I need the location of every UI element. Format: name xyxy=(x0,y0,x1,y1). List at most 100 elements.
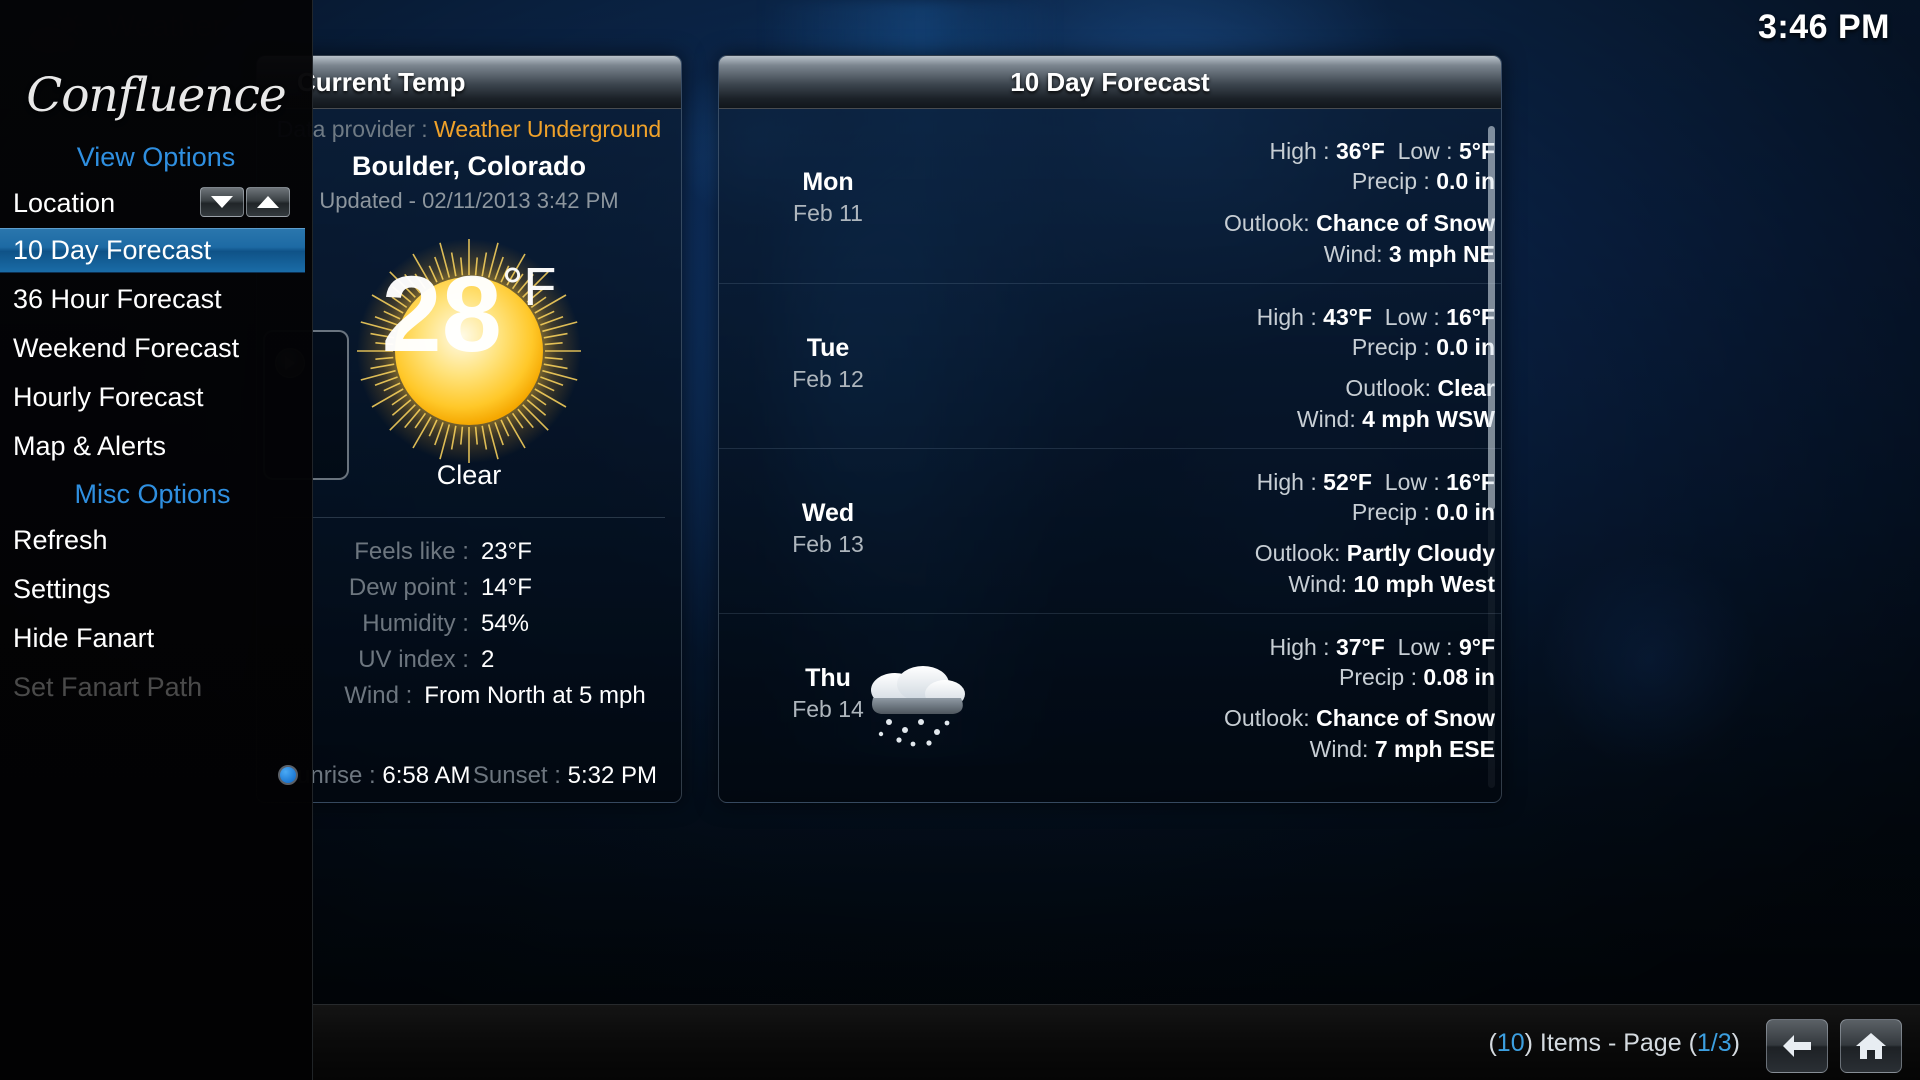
sidebar-item-label: 10 Day Forecast xyxy=(13,235,212,265)
forecast-scrollbar[interactable] xyxy=(1488,126,1495,788)
forecast-panel: 10 Day Forecast Mon Feb 11 High : 36°F L… xyxy=(718,55,1502,803)
current-stats-list: Feels like : 23°F Dew point : 14°F Humid… xyxy=(257,518,681,714)
outlook-value: Chance of Snow xyxy=(1316,210,1495,237)
precip-label: Precip : xyxy=(1339,664,1417,691)
spinner-up-button[interactable] xyxy=(246,187,290,217)
spinner-down-button[interactable] xyxy=(200,187,244,217)
sunset-value: 5:32 PM xyxy=(567,762,657,789)
skin-logo: Confluence xyxy=(26,68,286,123)
wind-label: Wind: xyxy=(1296,405,1356,432)
current-city: Boulder, Colorado xyxy=(351,151,586,181)
high-value: 37°F xyxy=(1335,634,1385,660)
sidebar-item-36-hour-forecast[interactable]: 36 Hour Forecast xyxy=(0,277,305,322)
wind-value: 10 mph West xyxy=(1353,570,1495,597)
misc-options-link[interactable]: Misc Options xyxy=(0,472,305,517)
sidebar-item-10-day-forecast[interactable]: 10 Day Forecast xyxy=(0,228,305,273)
sidebar-item-hourly-forecast[interactable]: Hourly Forecast xyxy=(0,375,305,420)
forecast-day-name: Wed xyxy=(801,499,855,527)
forecast-highlow-block: High : 37°F Low : 9°F Precip : 0.08 in xyxy=(1269,632,1495,693)
stat-value: 54% xyxy=(480,610,529,637)
forecast-header: 10 Day Forecast xyxy=(719,56,1501,109)
sidebar-item-label: Set Fanart Path xyxy=(13,672,203,702)
stat-value: 23°F xyxy=(480,538,532,565)
forecast-day-block: Mon Feb 11 xyxy=(753,168,903,227)
sidebar-item-map-and-alerts[interactable]: Map & Alerts xyxy=(0,424,305,469)
forecast-row[interactable]: Mon Feb 11 High : 36°F Low : 5°F Precip … xyxy=(719,118,1501,283)
low-label: Low : xyxy=(1397,138,1453,164)
sidebar-item-label: Map & Alerts xyxy=(13,431,167,461)
forecast-day-block: Wed Feb 13 xyxy=(753,499,903,558)
stat-row-wind: Wind : From North at 5 mph xyxy=(281,678,657,714)
forecast-title: 10 Day Forecast xyxy=(1010,66,1210,97)
stat-value: 14°F xyxy=(480,574,532,601)
sidebar-item-label: Refresh xyxy=(13,525,108,555)
sidebar-item-label: Hourly Forecast xyxy=(13,382,204,412)
clock: 3:46 PM xyxy=(1758,8,1890,46)
precip-value: 0.0 in xyxy=(1436,168,1495,195)
chevron-up-icon xyxy=(257,196,279,208)
precip-label: Precip : xyxy=(1351,334,1430,361)
high-label: High : xyxy=(1269,138,1330,164)
low-label: Low : xyxy=(1384,304,1440,330)
current-temperature-unit: °F xyxy=(501,257,557,317)
data-provider-line: Data provider : Weather Underground xyxy=(257,109,681,143)
stat-row-dew-point: Dew point : 14°F xyxy=(281,570,657,606)
wind-label: Wind: xyxy=(1288,570,1348,597)
current-temperature-value: 28 xyxy=(381,253,502,374)
forecast-highlow-block: High : 52°F Low : 16°F Precip : 0.0 in xyxy=(1257,467,1495,528)
view-options-link[interactable]: View Options xyxy=(0,142,312,173)
high-value: 52°F xyxy=(1323,469,1372,495)
outlook-label: Outlook: xyxy=(1345,375,1432,402)
humidity-indicator-dot xyxy=(276,765,300,785)
forecast-day-name: Tue xyxy=(806,334,850,362)
precip-value: 0.0 in xyxy=(1436,499,1495,526)
forecast-outlook-block: Outlook: Partly Cloudy Wind: 10 mph West xyxy=(1255,538,1495,599)
forecast-outlook-block: Outlook: Chance of Snow Wind: 3 mph NE xyxy=(1224,208,1495,269)
sidebar-item-label: Location xyxy=(13,188,116,218)
forecast-row[interactable]: Thu Feb 14 High: 37°F Low: 9°F Precip … xyxy=(719,613,1501,778)
forecast-list[interactable]: Mon Feb 11 High : 36°F Low : 5°F Precip … xyxy=(719,110,1501,802)
back-button[interactable] xyxy=(1766,1019,1828,1073)
stat-value: 2 xyxy=(480,646,495,673)
data-provider-value: Weather Underground xyxy=(434,116,662,142)
sidebar: Confluence View Options Location 10 Day … xyxy=(0,0,313,1080)
sidebar-item-refresh[interactable]: Refresh xyxy=(0,518,305,563)
wind-value: From North at 5 mph xyxy=(424,682,646,709)
forecast-day-date: Feb 11 xyxy=(793,200,863,226)
current-temp-title: Current Temp xyxy=(297,66,466,97)
forecast-outlook-block: Outlook: Chance of Snow Wind: 7 mph ESE xyxy=(1224,703,1495,764)
current-temp-hero: 28°F xyxy=(257,218,681,486)
stat-row-feels-like: Feels like : 23°F xyxy=(281,534,657,570)
snow-cloud-icon xyxy=(871,666,965,747)
sidebar-item-label: Weekend Forecast xyxy=(13,333,240,363)
sidebar-item-hide-fanart[interactable]: Hide Fanart xyxy=(0,616,305,661)
forecast-day-date: Feb 13 xyxy=(792,531,864,557)
sidebar-item-settings[interactable]: Settings xyxy=(0,567,305,612)
outlook-value: Chance of Snow xyxy=(1316,705,1495,732)
forecast-day-block: Tue Feb 12 xyxy=(753,334,903,393)
page-count: (10) Items - Page (1/3) xyxy=(1488,1029,1740,1057)
wind-value: 7 mph ESE xyxy=(1374,735,1495,762)
arrow-left-icon xyxy=(1783,1035,1811,1057)
sunset: Sunset : 5:32 PM xyxy=(473,762,657,790)
low-label: Low : xyxy=(1397,634,1453,660)
current-temp-panel: Current Temp Data provider : Weather Und… xyxy=(256,55,682,803)
sidebar-item-label: 36 Hour Forecast xyxy=(13,284,222,314)
page-number: 1/3 xyxy=(1696,1029,1732,1057)
forecast-outlook-block: Outlook: Clear Wind: 4 mph WSW xyxy=(1297,373,1495,434)
sidebar-item-weekend-forecast[interactable]: Weekend Forecast xyxy=(0,326,305,371)
misc-options-label: Misc Options xyxy=(74,479,231,509)
forecast-highlow-block: High : 43°F Low : 16°F Precip : 0.0 in xyxy=(1257,302,1495,363)
home-button[interactable] xyxy=(1840,1019,1902,1073)
forecast-row[interactable]: Tue Feb 12 High : 43°F Low : 16°F Precip… xyxy=(719,283,1501,448)
forecast-highlow-block: High : 36°F Low : 5°F Precip : 0.0 in xyxy=(1269,136,1495,197)
forecast-row[interactable]: Wed Feb 13 High : 52°F Low : 16°F Precip… xyxy=(719,448,1501,613)
sun-times-row: Sunrise : 6:58 AM Sunset : 5:32 PM xyxy=(257,762,681,790)
high-value: 36°F xyxy=(1335,138,1385,164)
forecast-day-date: Feb 12 xyxy=(792,366,864,392)
chevron-down-icon xyxy=(211,196,233,208)
location-spinner[interactable] xyxy=(200,187,290,217)
forecast-scrollbar-thumb[interactable] xyxy=(1488,126,1495,510)
high-label: High : xyxy=(1256,304,1317,330)
item-count: 10 xyxy=(1496,1029,1525,1057)
